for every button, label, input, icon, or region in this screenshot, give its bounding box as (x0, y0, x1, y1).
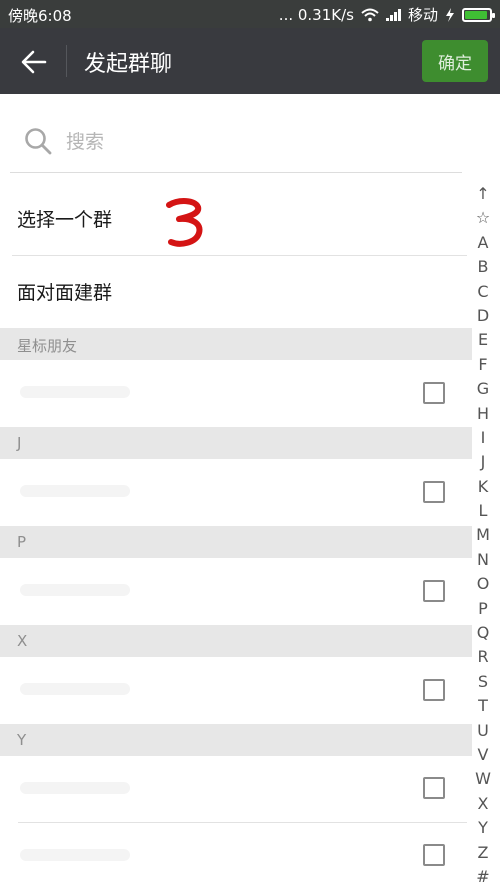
index-letter[interactable]: K (472, 475, 494, 499)
section-title: Y (17, 731, 27, 749)
index-letter[interactable]: H (472, 402, 494, 426)
search-input[interactable] (66, 125, 446, 159)
index-letter[interactable]: U (472, 719, 494, 743)
select-checkbox[interactable] (423, 481, 445, 503)
contact-name-blurred (20, 485, 130, 497)
contact-row[interactable] (0, 657, 468, 724)
select-checkbox[interactable] (423, 679, 445, 701)
index-letter[interactable]: C (472, 280, 494, 304)
index-letter[interactable]: W (472, 767, 494, 791)
index-letter[interactable]: G (472, 377, 494, 401)
index-letter[interactable]: F (472, 353, 494, 377)
index-letter[interactable]: Z (472, 841, 494, 865)
contact-name-blurred (20, 386, 130, 398)
select-checkbox[interactable] (423, 777, 445, 799)
index-letter[interactable]: P (472, 597, 494, 621)
arrow-left-icon (21, 50, 47, 74)
section-header-j: J (0, 427, 472, 459)
confirm-button[interactable]: 确定 (422, 40, 488, 82)
section-header-p: P (0, 526, 472, 558)
index-letter[interactable]: Q (472, 621, 494, 645)
contact-row[interactable] (0, 360, 468, 427)
index-letter[interactable]: A (472, 231, 494, 255)
face-to-face-label: 面对面建群 (17, 282, 113, 304)
status-right: ... 0.31K/s 移动 (278, 4, 495, 25)
index-letter[interactable]: R (472, 645, 494, 669)
alphabet-index[interactable]: ↑ ☆ A B C D E F G H I J K L M N O P Q R S T U V W X Y Z # (472, 182, 494, 888)
contact-row[interactable] (0, 558, 468, 625)
index-letter[interactable]: J (472, 450, 494, 474)
index-letter[interactable]: N (472, 548, 494, 572)
select-checkbox[interactable] (423, 382, 445, 404)
contact-row[interactable] (0, 823, 468, 888)
index-letter[interactable]: O (472, 572, 494, 596)
contact-row[interactable] (0, 459, 468, 526)
section-title: 星标朋友 (17, 337, 78, 355)
section-title: P (17, 533, 27, 551)
index-letter[interactable]: X (472, 792, 494, 816)
index-letter[interactable]: ☆ (472, 206, 494, 230)
search-bar[interactable] (10, 113, 462, 173)
handwritten-annotation (166, 198, 203, 247)
index-letter[interactable]: S (472, 670, 494, 694)
contact-name-blurred (20, 849, 130, 861)
select-group-label: 选择一个群 (17, 209, 113, 231)
index-letter[interactable]: D (472, 304, 494, 328)
title-divider (66, 45, 67, 77)
signal-icon (385, 8, 401, 21)
index-letter[interactable]: M (472, 523, 494, 547)
contact-name-blurred (20, 683, 130, 695)
network-speed: ... 0.31K/s (278, 5, 354, 24)
section-header-y: Y (0, 724, 472, 756)
index-letter[interactable]: # (472, 865, 494, 888)
index-letter[interactable]: V (472, 743, 494, 767)
search-icon (25, 128, 52, 155)
section-header-starred: 星标朋友 (0, 328, 472, 360)
title-bar: 发起群聊 确定 (0, 28, 500, 94)
index-letter[interactable]: L (472, 499, 494, 523)
select-checkbox[interactable] (423, 580, 445, 602)
battery-icon (462, 7, 495, 22)
back-button[interactable] (14, 44, 54, 80)
section-title: X (17, 632, 28, 650)
status-time: 傍晚6:08 (8, 7, 72, 25)
status-bar: 傍晚6:08 ... 0.31K/s 移动 (0, 0, 500, 28)
select-group-item[interactable]: 选择一个群 (0, 183, 468, 255)
face-to-face-item[interactable]: 面对面建群 (0, 256, 468, 328)
select-checkbox[interactable] (423, 844, 445, 866)
index-letter[interactable]: E (472, 328, 494, 352)
index-letter[interactable]: Y (472, 816, 494, 840)
carrier-label: 移动 (407, 6, 438, 24)
section-title: J (17, 434, 22, 452)
contact-row[interactable] (0, 756, 468, 822)
wifi-icon (361, 8, 379, 21)
contact-name-blurred (20, 782, 130, 794)
index-letter[interactable]: B (472, 255, 494, 279)
index-letter[interactable]: ↑ (472, 182, 494, 206)
index-letter[interactable]: T (472, 694, 494, 718)
index-letter[interactable]: I (472, 426, 494, 450)
contact-name-blurred (20, 584, 130, 596)
page-title: 发起群聊 (84, 52, 173, 77)
battery-fill (465, 10, 487, 19)
charging-icon (446, 7, 454, 22)
section-header-x: X (0, 625, 472, 657)
